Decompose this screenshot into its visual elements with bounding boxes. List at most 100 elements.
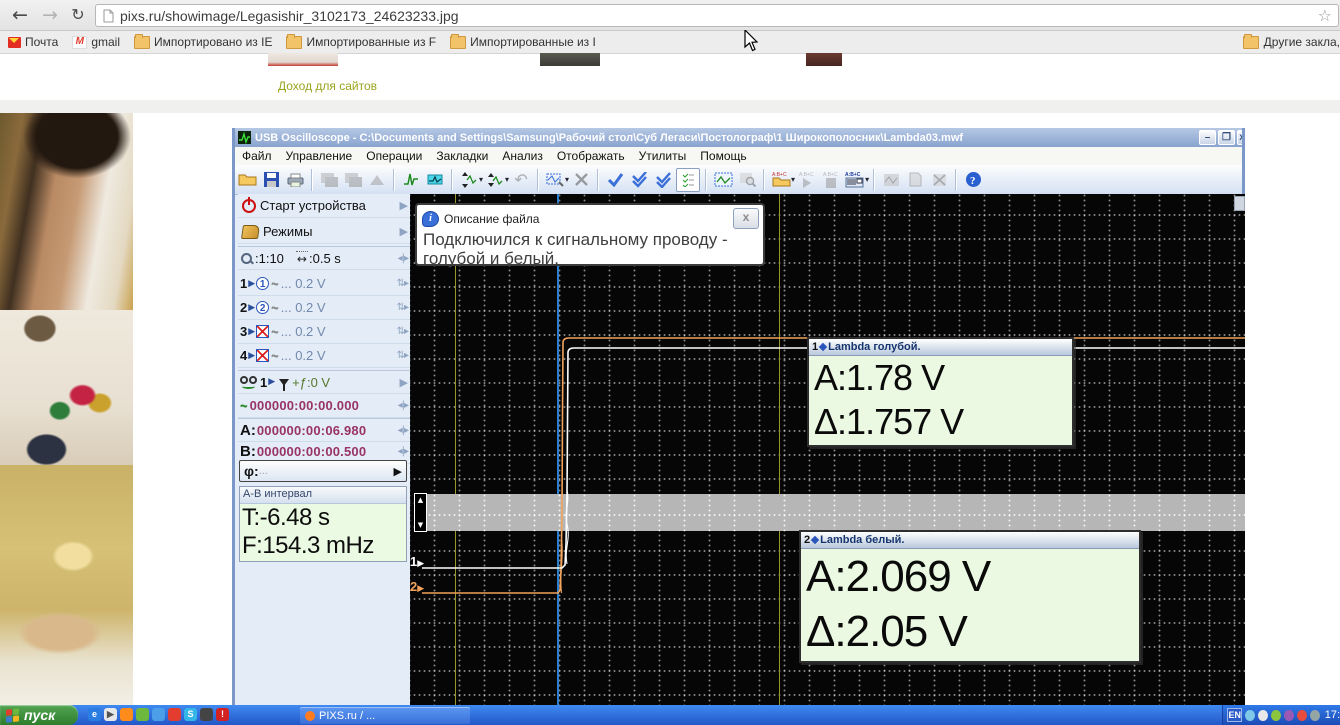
tray-icon-5[interactable]: [1310, 710, 1320, 721]
other-bookmarks[interactable]: Другие закла,: [1243, 35, 1340, 49]
nav-arrows-icon[interactable]: ◂|▸: [398, 400, 408, 411]
window-titlebar[interactable]: USB Oscilloscope - C:\Documents and Sett…: [235, 128, 1242, 147]
abc-panel-icon[interactable]: A:B+C: [844, 169, 866, 191]
check-down-icon[interactable]: [628, 169, 650, 191]
report-chart-icon[interactable]: [880, 169, 902, 191]
channel-row-4[interactable]: 4 ▶ ~ ... 0.2 V ⇅▸: [238, 344, 410, 368]
close-button[interactable]: x: [1237, 130, 1242, 145]
undo-icon[interactable]: ↶: [510, 169, 532, 191]
menu-operations[interactable]: Операции: [359, 149, 429, 163]
sidebar-photo-3[interactable]: [0, 465, 133, 705]
language-indicator[interactable]: EN: [1227, 708, 1242, 722]
menu-analysis[interactable]: Анализ: [495, 149, 550, 163]
bookmark-gmail[interactable]: M gmail: [72, 35, 120, 49]
channel-1-marker[interactable]: 1▶: [410, 554, 424, 569]
save-icon[interactable]: [260, 169, 282, 191]
paste-wave-icon[interactable]: [342, 169, 364, 191]
address-bar[interactable]: pixs.ru/showimage/Legasishir_3102173_246…: [95, 4, 1339, 27]
abc-play-icon[interactable]: A:B+C: [796, 169, 818, 191]
measurement-box-2[interactable]: 2 Lambda белый. A:2.069 V Δ:2.05 V: [799, 530, 1141, 663]
phi-row[interactable]: φ: ... ▶: [239, 460, 407, 482]
report-doc-icon[interactable]: [904, 169, 926, 191]
wave-view-icon[interactable]: [400, 169, 422, 191]
print-icon[interactable]: [284, 169, 306, 191]
help-icon[interactable]: ?: [962, 169, 984, 191]
nav-arrows-icon[interactable]: ⇅▸: [397, 326, 408, 337]
dropdown-icon[interactable]: ▾: [791, 175, 795, 184]
nav-arrows-icon[interactable]: ◂|▸: [398, 425, 408, 436]
forward-icon[interactable]: →: [38, 3, 62, 27]
trigger-row[interactable]: 1 ▶ +ƒ:0 V ▶: [238, 370, 410, 394]
start-device-row[interactable]: Старт устройства ▶: [238, 194, 410, 218]
popup-close-icon[interactable]: x: [733, 208, 759, 229]
checklist-panel-icon[interactable]: [676, 168, 700, 192]
channel-row-1[interactable]: 1 ▶ 1 ~ ... 0.2 V ⇅▸: [238, 272, 410, 296]
dropdown-icon[interactable]: ▾: [505, 175, 509, 184]
sidebar-photo-1[interactable]: [0, 113, 133, 310]
tray-volume-icon[interactable]: [1258, 710, 1268, 721]
reload-icon[interactable]: ↻: [66, 3, 90, 27]
bookmark-folder-ie[interactable]: Импортировано из IE: [134, 35, 272, 49]
nav-arrows-icon[interactable]: ⇅▸: [397, 278, 408, 289]
cursor-a-row[interactable]: A: 000000:00:06.980 ◂|▸: [238, 418, 410, 442]
menu-control[interactable]: Управление: [279, 149, 360, 163]
abc-open-icon[interactable]: A:B+C: [770, 169, 792, 191]
quicklaunch-ie-icon[interactable]: e: [88, 708, 101, 721]
copy-wave-icon[interactable]: [318, 169, 340, 191]
nav-arrows-icon[interactable]: ◂|▸: [398, 446, 408, 457]
bookmark-pochta[interactable]: Почта: [8, 35, 58, 49]
menu-file[interactable]: Файл: [235, 149, 279, 163]
measure-window-icon[interactable]: [712, 169, 734, 191]
maximize-button[interactable]: ❐: [1218, 130, 1235, 145]
dropdown-icon[interactable]: ▾: [865, 175, 869, 184]
wave-select-icon[interactable]: [424, 169, 446, 191]
tray-icon-2[interactable]: [1271, 710, 1281, 721]
quicklaunch-photo-icon[interactable]: [200, 708, 213, 721]
page-thumbnail-2[interactable]: [540, 53, 600, 66]
menu-display[interactable]: Отображать: [550, 149, 632, 163]
ad-link[interactable]: Доход для сайтов: [278, 79, 377, 93]
channel-2-marker[interactable]: 2▶: [410, 579, 424, 594]
measurement-box-1[interactable]: 1 Lambda голубой. A:1.78 V Δ:1.757 V: [807, 337, 1074, 447]
channel-row-3[interactable]: 3 ▶ ~ ... 0.2 V ⇅▸: [238, 320, 410, 344]
taskbar-task-pixs[interactable]: PIXS.ru / ...: [300, 707, 470, 724]
page-thumbnail-1[interactable]: [268, 53, 338, 66]
quicklaunch-opera-icon[interactable]: [168, 708, 181, 721]
abc-stop-icon[interactable]: A:B+C: [820, 169, 842, 191]
stretch-vertical-icon[interactable]: [458, 169, 480, 191]
search-wave-icon[interactable]: [736, 169, 758, 191]
quicklaunch-media-icon[interactable]: ▶: [104, 708, 117, 721]
channel-4-disabled-icon[interactable]: [256, 349, 269, 362]
page-thumbnail-3[interactable]: [806, 53, 842, 66]
check-icon[interactable]: [604, 169, 626, 191]
menu-help[interactable]: Помощь: [693, 149, 753, 163]
channel-2-enabled-icon[interactable]: 2: [256, 301, 269, 314]
channel-1-enabled-icon[interactable]: 1: [256, 277, 269, 290]
tray-icon-3[interactable]: [1284, 710, 1294, 721]
quicklaunch-app-icon[interactable]: [136, 708, 149, 721]
modes-row[interactable]: Режимы ▶: [238, 220, 410, 244]
quicklaunch-chrome-icon[interactable]: [152, 708, 165, 721]
minimize-button[interactable]: –: [1199, 130, 1216, 145]
nav-arrows-icon[interactable]: ⇅▸: [397, 302, 408, 313]
quicklaunch-downloader-icon[interactable]: !: [216, 708, 229, 721]
report-delete-icon[interactable]: [928, 169, 950, 191]
bookmark-star-icon[interactable]: ☆: [1318, 6, 1332, 25]
delete-icon[interactable]: [570, 169, 592, 191]
channel-row-2[interactable]: 2 ▶ 2 ~ ... 0.2 V ⇅▸: [238, 296, 410, 320]
start-button[interactable]: пуск: [0, 705, 78, 725]
stretch-horizontal-icon[interactable]: [484, 169, 506, 191]
menu-utilities[interactable]: Утилиты: [632, 149, 694, 163]
export-icon[interactable]: [366, 169, 388, 191]
channel-3-disabled-icon[interactable]: [256, 325, 269, 338]
nav-arrows-icon[interactable]: ⇅▸: [397, 350, 408, 361]
tray-icon-4[interactable]: [1297, 710, 1307, 721]
scale-row[interactable]: :1:10 ↔ :0.5 s ◂|▸: [238, 246, 410, 270]
tray-icon-1[interactable]: [1245, 710, 1255, 721]
quicklaunch-skype-icon[interactable]: S: [184, 708, 197, 721]
dropdown-icon[interactable]: ▾: [479, 175, 483, 184]
bookmark-folder-i[interactable]: Импортированные из I: [450, 35, 596, 49]
open-file-icon[interactable]: [236, 169, 258, 191]
plot-scrollbar[interactable]: [1234, 196, 1245, 211]
menu-bookmarks[interactable]: Закладки: [429, 149, 495, 163]
